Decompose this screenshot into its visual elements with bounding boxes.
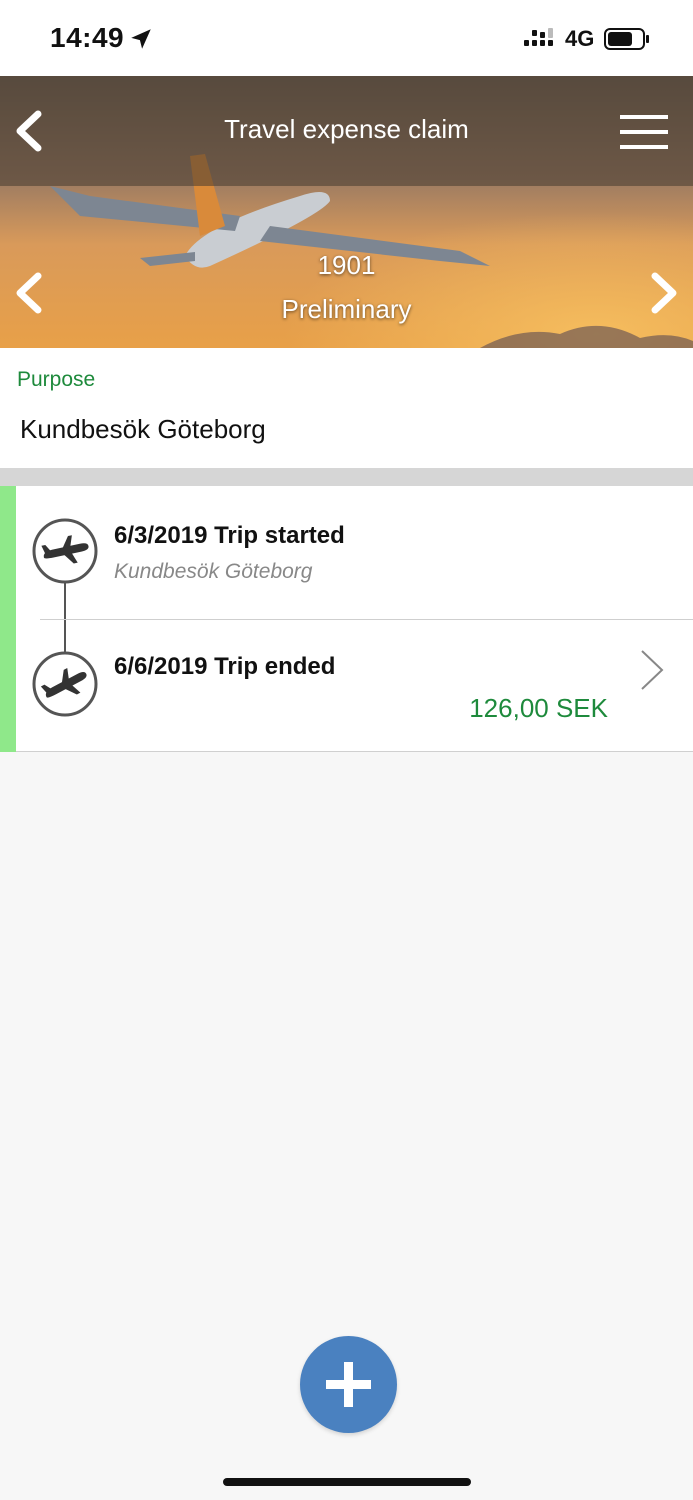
trip-start-row[interactable]: 6/3/2019 Trip started Kundbesök Göteborg [16,486,693,619]
claim-header: Travel expense claim 1901 Preliminary [0,76,693,348]
trip-title: 6/6/2019 Trip ended [114,653,336,680]
network-label: 4G [565,26,595,51]
trip-list: 6/3/2019 Trip started Kundbesök Göteborg… [0,486,693,752]
claim-status: Preliminary [281,294,412,324]
status-time: 14:49 [50,22,125,53]
trip-subtitle: Kundbesök Göteborg [114,560,313,583]
purpose-section[interactable]: Purpose Kundbesök Göteborg [0,348,693,468]
add-button[interactable] [300,1336,397,1433]
signal-icon [524,28,553,46]
next-claim-button[interactable] [645,268,685,318]
battery-icon [604,28,649,50]
home-indicator [223,1478,471,1486]
trip-title: 6/3/2019 Trip started [114,522,345,549]
location-arrow-icon [131,29,151,49]
purpose-label: Purpose [17,368,96,391]
plane-landing-icon [32,651,98,717]
status-bar: 14:49 4G [0,0,693,76]
trip-end-row[interactable]: 6/6/2019 Trip ended 126,00 SEK [16,619,693,752]
plus-icon [326,1362,371,1407]
page-title: Travel expense claim [224,114,469,144]
section-divider [0,468,693,486]
status-accent-bar [0,486,16,752]
plane-takeoff-icon [32,518,98,584]
purpose-value: Kundbesök Göteborg [20,414,266,444]
trip-amount: 126,00 SEK [469,693,608,723]
menu-button[interactable] [618,112,670,152]
chevron-right-icon [641,650,664,690]
claim-number: 1901 [317,250,376,280]
